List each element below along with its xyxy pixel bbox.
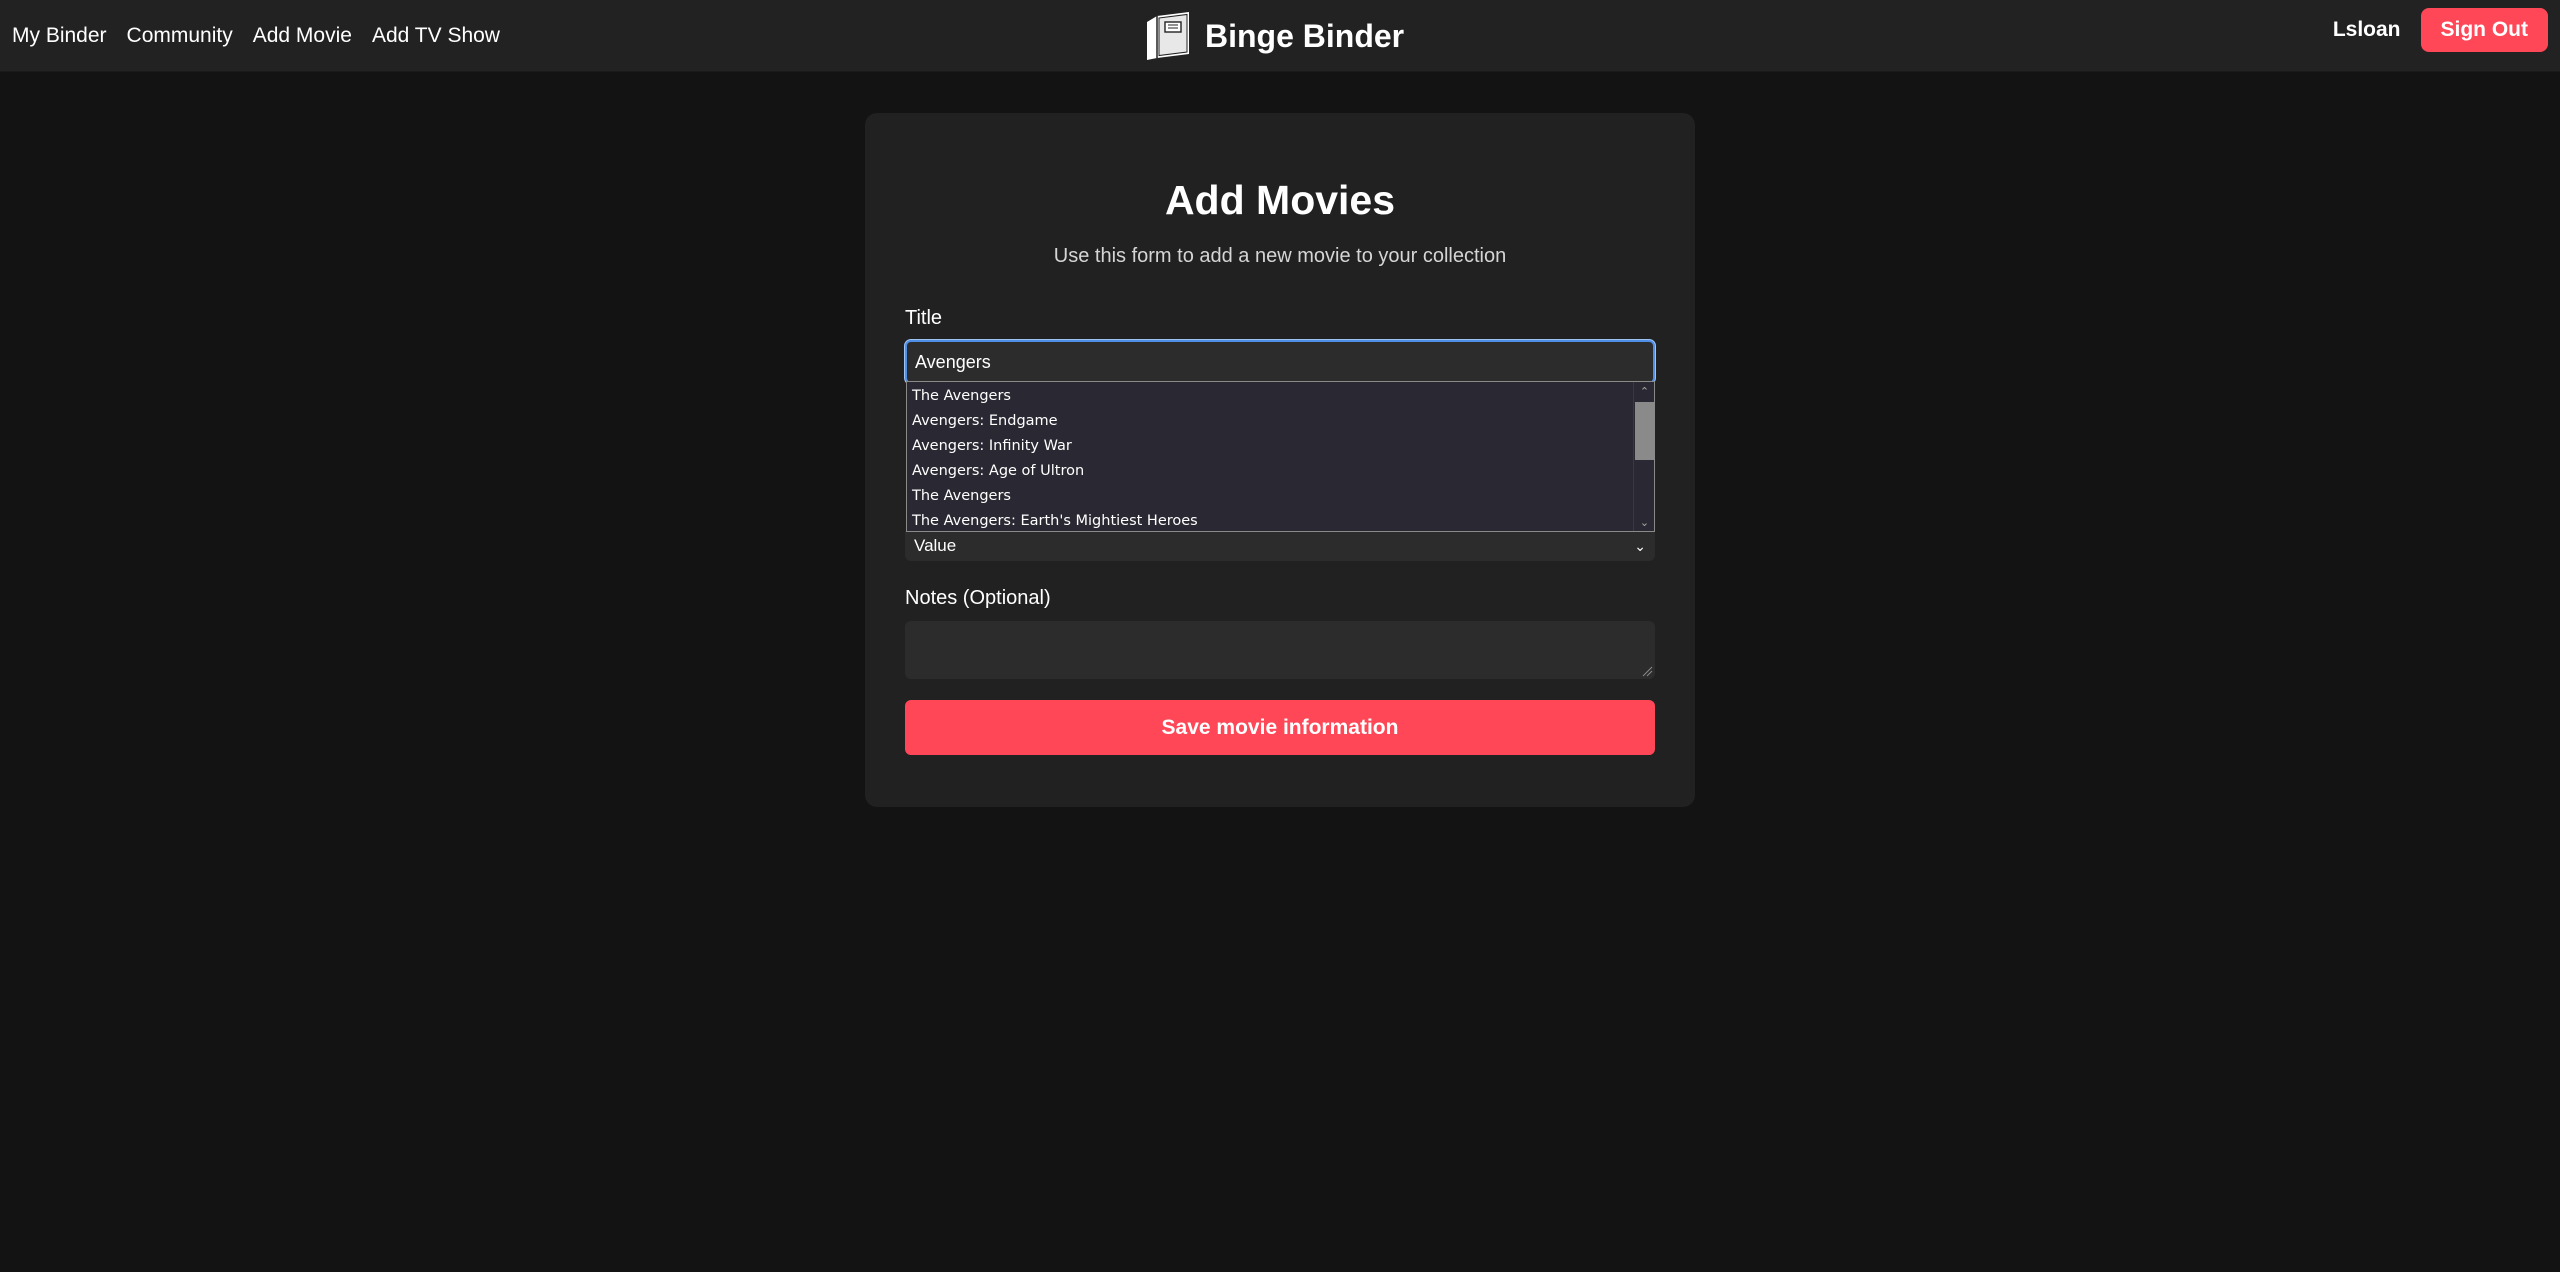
dropdown-scrollbar[interactable]: ⌃ ⌄	[1633, 382, 1654, 531]
scroll-down-icon[interactable]: ⌄	[1634, 513, 1654, 531]
nav-links: My Binder Community Add Movie Add TV Sho…	[12, 0, 500, 72]
top-navbar: My Binder Community Add Movie Add TV Sho…	[0, 0, 2560, 72]
sign-out-button[interactable]: Sign Out	[2420, 8, 2548, 52]
suggestion-item[interactable]: Avengers: Endgame	[907, 409, 1634, 434]
add-movie-card: Add Movies Use this form to add a new mo…	[865, 113, 1695, 807]
suggestion-item[interactable]: The Avengers	[907, 484, 1634, 509]
brand-logo[interactable]: Binge Binder	[1143, 10, 1404, 62]
user-area: Lsloan Sign Out	[2333, 8, 2548, 52]
suggestion-item[interactable]: Avengers: Infinity War	[907, 434, 1634, 459]
suggestion-list: The Avengers Avengers: Endgame Avengers:…	[907, 382, 1634, 531]
title-input[interactable]	[905, 340, 1655, 384]
suggestion-item[interactable]: Avengers: Age of Ultron	[907, 459, 1634, 484]
save-movie-button[interactable]: Save movie information	[905, 700, 1655, 755]
binder-icon	[1147, 12, 1189, 60]
chevron-down-icon: ⌄	[1634, 537, 1646, 554]
title-suggestions-dropdown[interactable]: The Avengers Avengers: Endgame Avengers:…	[906, 381, 1655, 532]
nav-link-my-binder[interactable]: My Binder	[12, 24, 107, 48]
title-label: Title	[905, 307, 943, 329]
scrollbar-thumb[interactable]	[1635, 402, 1654, 460]
value-select[interactable]: Value ⌄	[905, 531, 1655, 561]
page-subtitle: Use this form to add a new movie to your…	[1053, 245, 1507, 267]
suggestion-item[interactable]: The Avengers: Earth's Mightiest Heroes	[907, 509, 1634, 531]
value-select-label: Value	[914, 536, 957, 555]
suggestion-item[interactable]: The Avengers	[907, 384, 1634, 409]
scroll-up-icon[interactable]: ⌃	[1634, 382, 1654, 400]
brand-name: Binge Binder	[1205, 17, 1405, 54]
notes-label: Notes (Optional)	[905, 587, 1051, 609]
page-title: Add Movies	[1164, 177, 1396, 223]
nav-link-add-movie[interactable]: Add Movie	[253, 24, 352, 48]
nav-link-community[interactable]: Community	[127, 24, 233, 48]
nav-link-add-tv-show[interactable]: Add TV Show	[372, 24, 500, 48]
resize-handle-icon[interactable]	[1642, 666, 1653, 677]
notes-textarea[interactable]	[905, 621, 1655, 679]
username: Lsloan	[2332, 18, 2401, 41]
